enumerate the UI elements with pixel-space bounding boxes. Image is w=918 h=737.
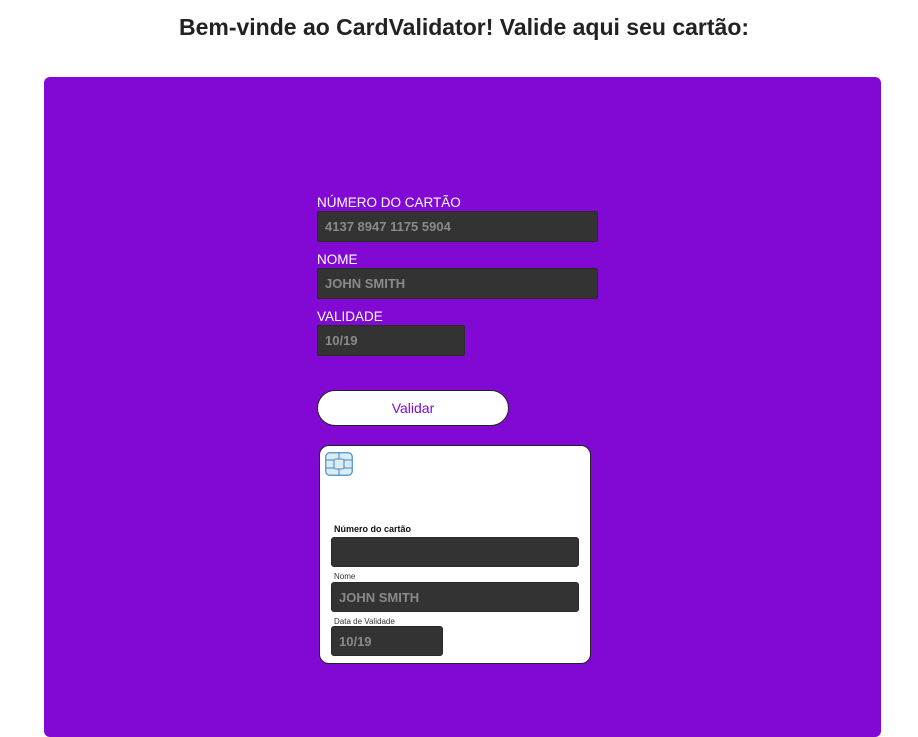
validator-panel: NÚMERO DO CARTÃO NOME VALIDADE Validar N… [44, 77, 881, 737]
name-input[interactable] [317, 268, 598, 299]
validate-button[interactable]: Validar [317, 390, 509, 426]
card-number-preview-label: Número do cartão [334, 524, 412, 534]
expiry-input[interactable] [317, 325, 465, 356]
page-title: Bem-vinde ao CardValidator! Valide aqui … [178, 14, 750, 40]
expiry-preview-label: Data de Validade [334, 617, 395, 626]
card-form: NÚMERO DO CARTÃO NOME VALIDADE [317, 195, 607, 356]
sim-chip-icon [325, 452, 353, 476]
card-number-label: NÚMERO DO CARTÃO [317, 195, 461, 210]
expiry-label: VALIDADE [317, 309, 383, 324]
expiry-preview-field[interactable] [331, 626, 443, 656]
card-preview: Número do cartão Nome Data de Validade [319, 445, 591, 664]
card-number-preview-field[interactable] [331, 537, 579, 567]
name-label: NOME [317, 252, 358, 267]
card-number-input[interactable] [317, 211, 598, 242]
name-preview-label: Nome [334, 572, 356, 581]
name-preview-field[interactable] [331, 582, 579, 612]
